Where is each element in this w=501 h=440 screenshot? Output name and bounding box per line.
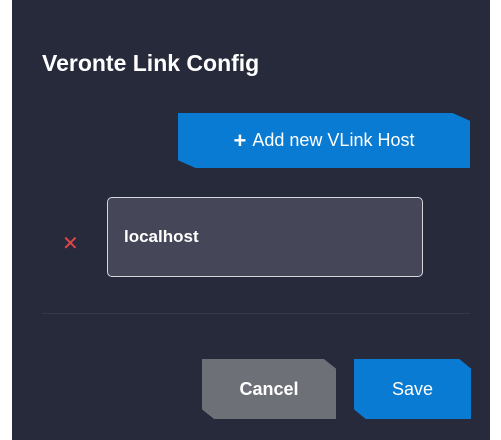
add-vlink-host-label: Add new VLink Host xyxy=(252,130,415,150)
cancel-button[interactable]: Cancel xyxy=(202,359,336,419)
plus-icon: + xyxy=(233,127,247,153)
dialog-title: Veronte Link Config xyxy=(42,50,260,76)
add-vlink-host-button[interactable]: + Add new VLink Host xyxy=(178,113,470,168)
save-button[interactable]: Save xyxy=(354,359,471,419)
vlink-host-input[interactable] xyxy=(107,197,423,277)
veronte-link-config-dialog: Veronte Link Config + Add new VLink Host… xyxy=(12,0,490,440)
close-icon[interactable]: ✕ xyxy=(62,233,79,253)
footer-divider xyxy=(42,313,470,314)
